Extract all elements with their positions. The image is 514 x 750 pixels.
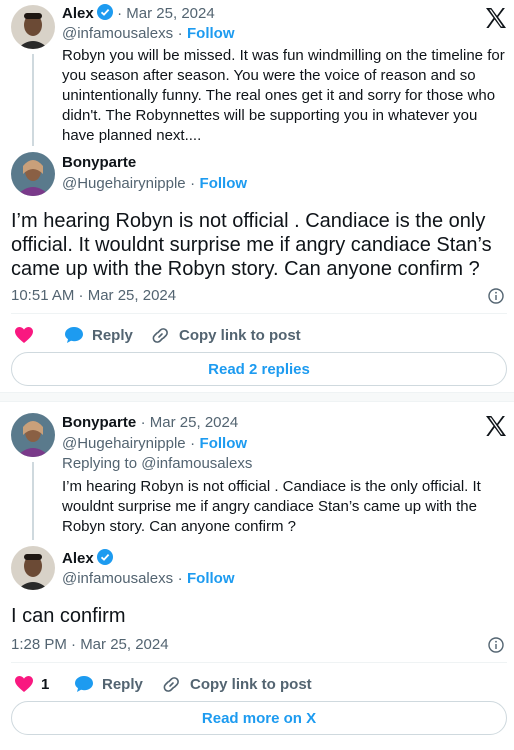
text-line: official. It wouldnt surprise me if angr… [11,234,492,256]
thread-line [32,54,34,146]
parent-post-text: Robyn you will be missed. It was fun win… [62,46,507,146]
post-date[interactable]: · Mar 25, 2024 [141,414,239,431]
replying-to[interactable]: Replying to @infamousalexs [62,455,252,472]
reply-bubble-icon[interactable] [64,326,84,349]
text-line: Robyn story. Can anyone confirm ? [62,518,297,535]
avatar-bonyparte[interactable] [11,413,55,457]
dot-separator: · [177,25,183,42]
author-name[interactable]: Alex [62,550,94,567]
author-name[interactable]: Alex [62,5,94,22]
main-author-name: Bonyparte [62,154,136,172]
author-name[interactable]: Bonyparte [62,414,136,431]
text-line: Robyn you will be missed. It was fun win… [62,47,505,64]
post-date[interactable]: · Mar 25, 2024 [117,5,215,22]
parent-handle-row: @Hugehairynipple · Follow [62,435,247,453]
text-line: have planned next.... [62,127,202,144]
divider [11,662,507,663]
text-line: unintentionally funny. The real ones get… [62,87,496,104]
parent-post-text: I’m hearing Robyn is not official . Cand… [62,477,507,537]
text-line: wouldnt surprise me if angry candiace St… [62,498,477,515]
info-icon[interactable] [488,637,504,653]
divider [11,313,507,314]
dot-separator: · [177,570,183,587]
main-handle-row: @Hugehairynipple · Follow [62,175,247,193]
author-handle[interactable]: @Hugehairynipple [62,435,186,452]
verified-badge-icon [96,549,113,565]
post-timestamp[interactable]: 1:28 PM · Mar 25, 2024 [11,636,169,653]
dot-separator: · [190,175,196,192]
copy-link-button[interactable]: Copy link to post [190,676,312,693]
main-author-name: Alex [62,549,113,568]
follow-link[interactable]: Follow [200,435,248,452]
follow-link[interactable]: Follow [187,570,235,587]
text-line: I’m hearing Robyn is not official . Cand… [62,478,481,495]
main-post-text: I’m hearing Robyn is not official . Cand… [11,209,507,281]
reply-button[interactable]: Reply [102,676,143,693]
card-separator [0,392,514,402]
read-more-button[interactable]: Read more on X [11,701,507,735]
heart-icon[interactable] [14,675,34,698]
x-logo-icon[interactable] [484,414,508,438]
text-line: you season after season. You were the vo… [62,67,476,84]
link-icon[interactable] [162,675,181,699]
post-timestamp[interactable]: 10:51 AM · Mar 25, 2024 [11,287,176,304]
main-handle-row: @infamousalexs · Follow [62,570,235,588]
x-logo-icon[interactable] [484,6,508,30]
reply-bubble-icon[interactable] [74,675,94,698]
heart-icon[interactable] [14,326,34,349]
avatar-alex[interactable] [11,546,55,590]
follow-link[interactable]: Follow [187,25,235,42]
dot-separator: · [190,435,196,452]
embedded-post-card-2: Bonyparte · Mar 25, 2024 @Hugehairynippl… [0,402,514,750]
text-line: came up with the Robyn story. Can anyone… [11,258,480,280]
thread-line [32,462,34,540]
author-handle[interactable]: @infamousalexs [62,25,173,42]
embedded-post-card-1: Alex · Mar 25, 2024 @infamousalexs · Fol… [0,0,514,392]
follow-link[interactable]: Follow [200,175,248,192]
author-handle[interactable]: @Hugehairynipple [62,175,186,192]
copy-link-button[interactable]: Copy link to post [179,327,301,344]
parent-header: Bonyparte · Mar 25, 2024 [62,414,238,432]
avatar-bonyparte[interactable] [11,152,55,196]
avatar-alex[interactable] [11,5,55,49]
text-line: didn't. The Robynnettes will be supporti… [62,107,478,124]
link-icon[interactable] [151,326,170,350]
text-line: I’m hearing Robyn is not official . Cand… [11,210,486,232]
author-name[interactable]: Bonyparte [62,154,136,171]
parent-handle-row: @infamousalexs · Follow [62,25,235,43]
read-replies-button[interactable]: Read 2 replies [11,352,507,386]
reply-button[interactable]: Reply [92,327,133,344]
verified-badge-icon [96,4,113,20]
info-icon[interactable] [488,288,504,304]
parent-header: Alex · Mar 25, 2024 [62,4,215,23]
author-handle[interactable]: @infamousalexs [62,570,173,587]
like-count[interactable]: 1 [41,676,49,693]
main-post-text: I can confirm [11,605,126,627]
